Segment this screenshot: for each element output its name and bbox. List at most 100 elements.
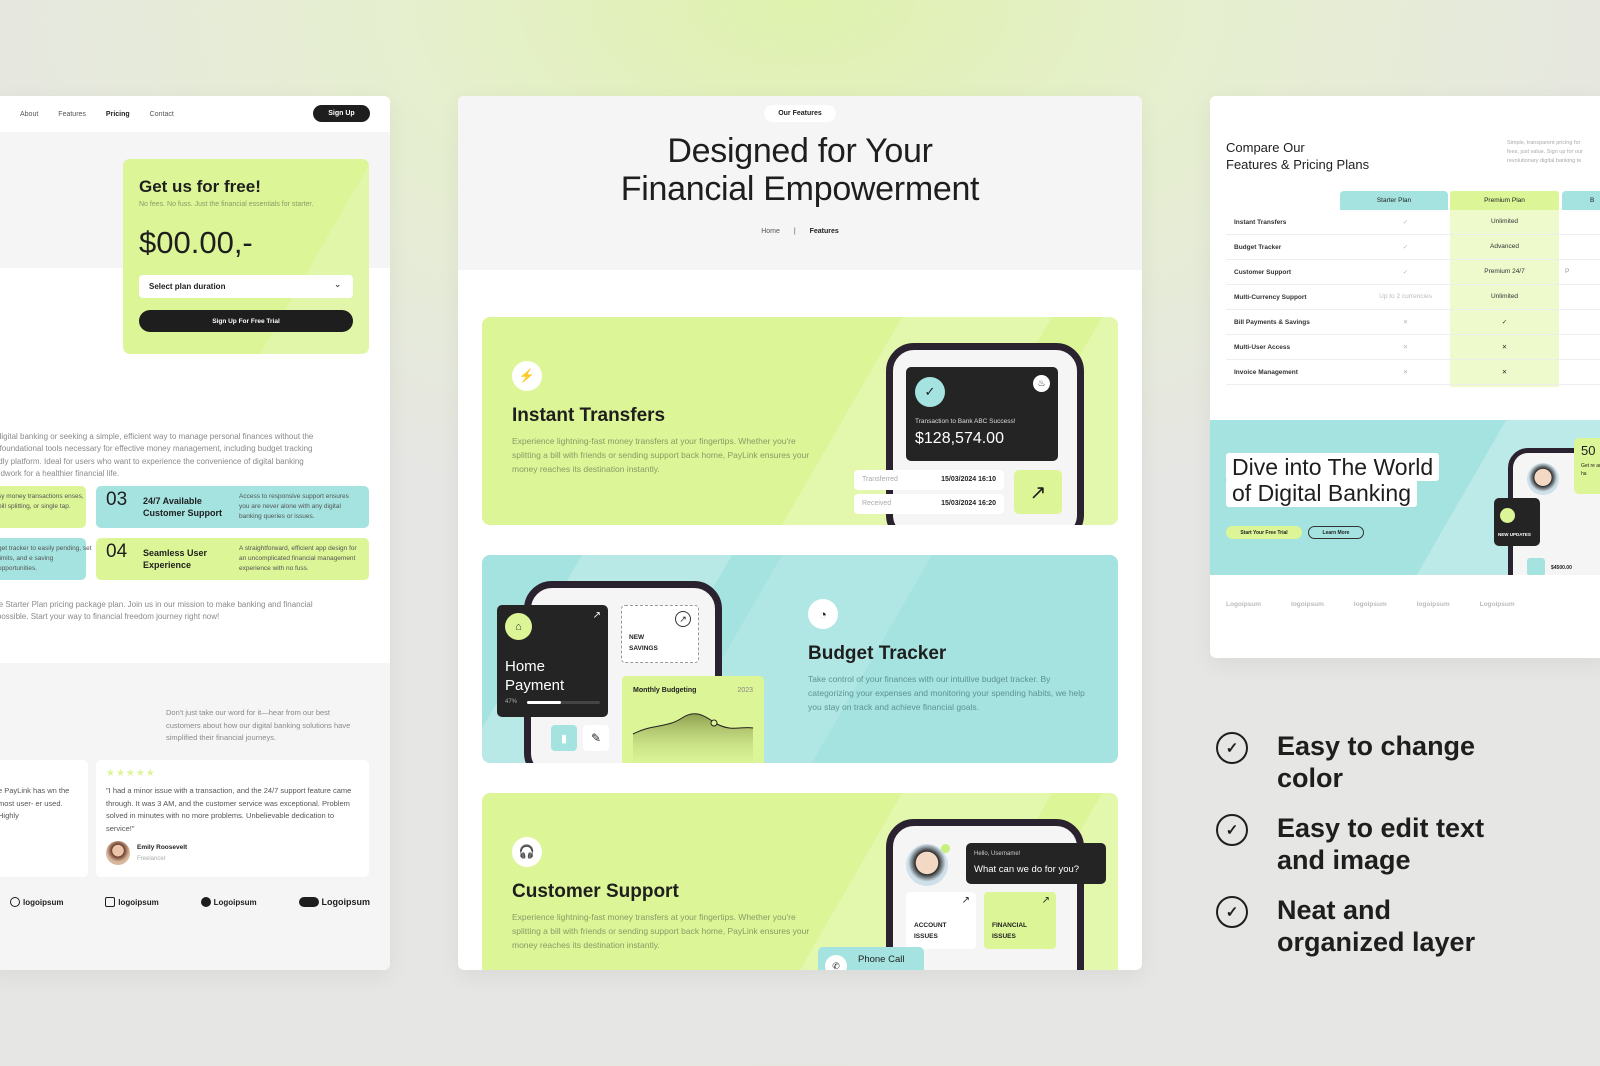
premium-value: ✕ bbox=[1501, 344, 1508, 351]
bar-chart-icon[interactable]: ▮ bbox=[551, 725, 577, 751]
nav-pricing[interactable]: Pricing bbox=[106, 111, 130, 118]
plan-price: $00.00,- bbox=[139, 225, 253, 260]
partner-logo: Logoipsum bbox=[298, 897, 370, 907]
partner-logo: Logoipsum bbox=[1226, 601, 1262, 608]
comparison-row: Customer Support ✓ Premium 24/7 P bbox=[1226, 260, 1600, 285]
bar-chart-icon bbox=[1527, 558, 1545, 575]
nav-features[interactable]: Features bbox=[58, 111, 86, 118]
feature-title: 24/7 Available Customer Support bbox=[143, 496, 223, 518]
partner-logo: Logoipsum bbox=[200, 897, 257, 907]
breadcrumb: Home | Features bbox=[458, 228, 1142, 235]
star-rating: ★★★★★ bbox=[106, 768, 156, 779]
received-row: Received 15/03/2024 16:20 bbox=[854, 494, 1004, 514]
sign-up-button[interactable]: Sign Up bbox=[313, 105, 370, 122]
partner-logo: logoipsum bbox=[1416, 601, 1450, 608]
starter-value: ✓ bbox=[1402, 269, 1409, 276]
premium-value: ✓ bbox=[1501, 319, 1508, 326]
feature-checklist: ✓ Easy to change color ✓ Easy to edit te… bbox=[1216, 730, 1517, 976]
row-label: Received bbox=[862, 500, 892, 507]
feature-desc: sy money transactions enses, bill splitt… bbox=[0, 493, 84, 510]
title-line: Dive into The World bbox=[1226, 453, 1440, 481]
comparison-row: Multi-Currency Support Up to 2 currencies… bbox=[1226, 285, 1600, 310]
free-trial-button[interactable]: Sign Up For Free Trial bbox=[139, 310, 353, 332]
feature-desc: Experience lightning-fast money transfer… bbox=[512, 436, 810, 474]
feature-number: 03 bbox=[106, 489, 128, 510]
outro-line: y as possible. Start your way to financi… bbox=[0, 612, 220, 622]
starter-value: ✓ bbox=[1402, 244, 1409, 251]
title-line: Designed for Your bbox=[667, 132, 933, 170]
budget-area-chart bbox=[632, 713, 754, 763]
transferred-row: Transferred 15/03/2024 16:10 bbox=[854, 470, 1004, 490]
bell-icon[interactable]: ♨ bbox=[1033, 375, 1050, 392]
intro-line: -friendly platform. Ideal for users who … bbox=[0, 456, 304, 466]
edit-icon[interactable]: ✎ bbox=[583, 725, 609, 751]
feature-card-01: sy money transactions enses, bill splitt… bbox=[0, 486, 86, 528]
comparison-row: Invoice Management ✕ ✕ bbox=[1226, 360, 1600, 385]
learn-more-button[interactable]: Learn More bbox=[1308, 526, 1364, 539]
intro-line: fees, just value. Sign up for our bbox=[1507, 149, 1583, 155]
partner-logo: Logoipsum bbox=[1479, 601, 1515, 608]
external-link-icon[interactable]: ↗ bbox=[1014, 470, 1062, 514]
partner-logo: logoipsum bbox=[105, 897, 159, 907]
chat-greeting: Hello, Username! bbox=[974, 851, 1021, 857]
intro-line: w to digital banking or seeking a simple… bbox=[0, 432, 314, 441]
intro-line: s the foundational tools necessary for e… bbox=[0, 444, 313, 454]
starter-value: ✕ bbox=[1402, 319, 1409, 326]
feature-title: Seamless User Experience bbox=[143, 548, 208, 570]
premium-value: Unlimited bbox=[1490, 218, 1519, 225]
plan-header-business: B bbox=[1562, 191, 1600, 210]
start-free-trial-button[interactable]: Start Your Free Trial bbox=[1226, 526, 1302, 539]
tile-label: ACCOUNT ISSUES bbox=[914, 922, 947, 940]
transaction-card: ✓ ♨ Transaction to Bank ABC Success! $12… bbox=[906, 367, 1058, 461]
lightning-icon: ⚡ bbox=[512, 361, 542, 391]
checklist-item: ✓ Easy to edit text and image bbox=[1216, 812, 1517, 876]
plan-title: Get us for free! bbox=[139, 177, 261, 196]
arrow-up-right-icon: ↗ bbox=[961, 895, 970, 906]
new-updates-card[interactable]: NEW UPDATES bbox=[1494, 498, 1540, 546]
bell-icon bbox=[1500, 508, 1515, 523]
partner-logo: logoipsum bbox=[1353, 601, 1387, 608]
chart-area bbox=[633, 713, 753, 763]
nav-about[interactable]: About bbox=[20, 111, 38, 118]
comparison-row: Multi-User Access ✕ ✕ bbox=[1226, 335, 1600, 360]
check-circle-icon: ✓ bbox=[1216, 732, 1248, 764]
new-savings-label: NEW SAVINGS bbox=[629, 634, 658, 652]
arrow-up-right-icon: ↗ bbox=[592, 610, 601, 621]
row-value: 15/03/2024 16:10 bbox=[941, 476, 996, 483]
compare-intro: Simple, transparent pricing for fees, ju… bbox=[1507, 139, 1600, 166]
phone-call-label: Phone Call bbox=[858, 954, 905, 965]
promo-text: Get re and ha bbox=[1581, 463, 1600, 477]
new-savings-tile[interactable]: NEW SAVINGS ↗ bbox=[621, 605, 699, 663]
select-placeholder: Select plan duration bbox=[149, 282, 226, 291]
partner-logos: Logoipsum logoipsum logoipsum logoipsum … bbox=[1226, 601, 1600, 608]
phone-call-button[interactable]: ✆ Phone Call bbox=[818, 947, 924, 970]
banner-title: Dive into The World of Digital Banking bbox=[1226, 453, 1440, 507]
feature-desc: Take control of your finances with our i… bbox=[808, 674, 1085, 712]
feature-instant-transfers: ⚡ Instant Transfers Experience lightning… bbox=[482, 317, 1118, 525]
checklist-text: Easy to change color bbox=[1277, 731, 1476, 793]
page-title: Designed for Your Financial Empowerment bbox=[458, 132, 1142, 208]
pie-chart-icon: ◔ bbox=[808, 599, 838, 629]
testimonial-card: e PayLink has wn the most user- er used.… bbox=[0, 760, 88, 877]
feature-desc: get tracker to easily pending, set limit… bbox=[0, 545, 92, 572]
plan-duration-select[interactable]: Select plan duration ⌄ bbox=[139, 275, 353, 298]
feature-budget-tracker: NEW SAVINGS ↗ ▮ ✎ ⌂ ↗ Home Payment 47% M… bbox=[482, 555, 1118, 763]
account-issues-tile[interactable]: ↗ ACCOUNT ISSUES bbox=[906, 892, 976, 949]
headphones-icon: 🎧 bbox=[512, 837, 542, 867]
monthly-budgeting-card: Monthly Budgeting 2023 bbox=[622, 676, 764, 763]
feature-desc: A straightforward, efficient app design … bbox=[239, 545, 357, 572]
check-icon: ✓ bbox=[915, 377, 945, 407]
breadcrumb-separator: | bbox=[793, 228, 796, 235]
feature-title: Budget Tracker bbox=[808, 643, 947, 664]
logo-icon bbox=[10, 897, 20, 907]
intro-line: revolutionary digital banking te bbox=[1507, 158, 1582, 164]
comparison-row: Bill Payments & Savings ✕ ✓ bbox=[1226, 310, 1600, 335]
nav-contact[interactable]: Contact bbox=[150, 111, 174, 118]
outro-line: ur free Starter Plan pricing package pla… bbox=[0, 600, 313, 609]
title-line: Compare Our bbox=[1226, 140, 1305, 155]
feature-name: Customer Support bbox=[1234, 269, 1292, 276]
financial-issues-tile[interactable]: ↗ FINANCIAL ISSUES bbox=[984, 892, 1056, 949]
arrow-up-right-icon: ↗ bbox=[1041, 895, 1050, 906]
testimonial-quote: e PayLink has wn the most user- er used.… bbox=[0, 786, 70, 820]
breadcrumb-home[interactable]: Home bbox=[761, 228, 780, 235]
